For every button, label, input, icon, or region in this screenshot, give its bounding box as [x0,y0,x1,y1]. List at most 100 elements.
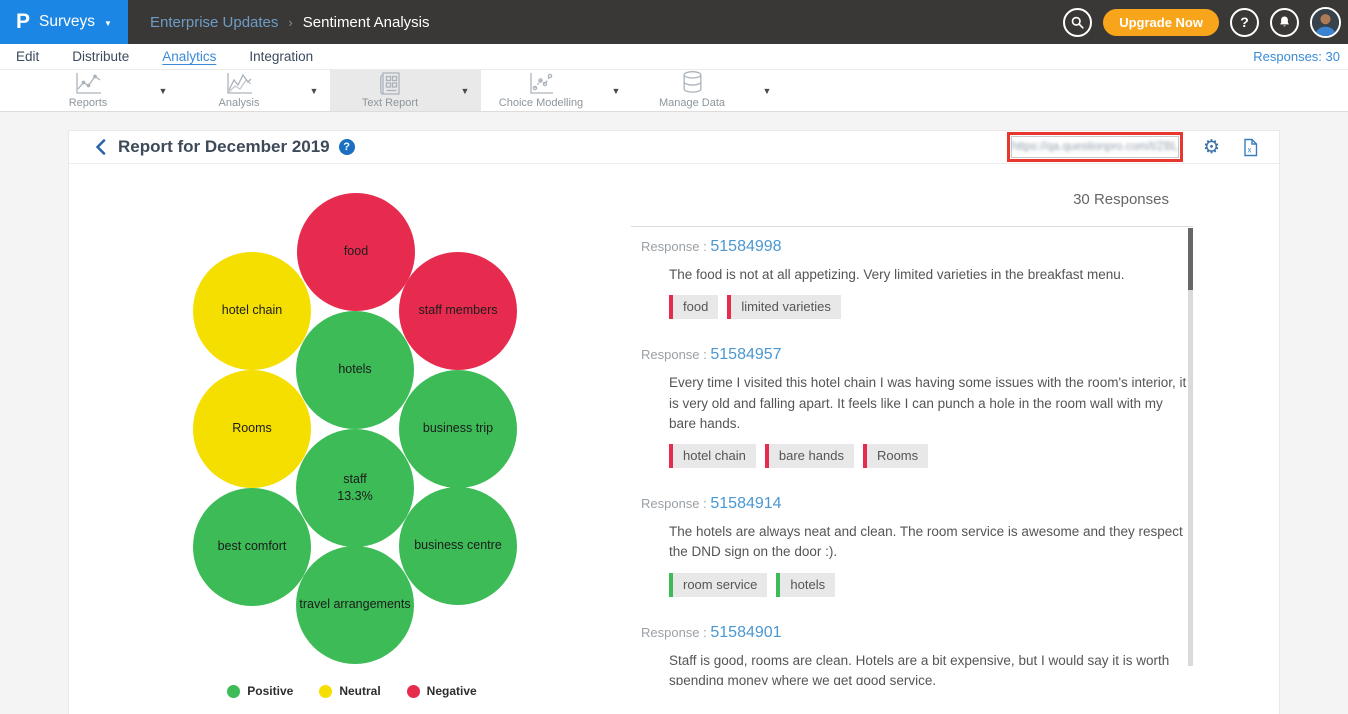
sentiment-tag-food: food [669,295,718,319]
breadcrumb-separator-icon: › [288,15,292,30]
toolbar-item-manage-data[interactable]: Manage Data [632,70,752,111]
bubble-travel-arrangements[interactable]: travel arrangements [296,546,414,664]
export-report-button[interactable]: x [1242,138,1259,157]
legend-dot-positive [227,685,240,698]
toolbar-caret-text-report[interactable]: ▼ [450,70,480,111]
response-id-link[interactable]: 51584914 [710,495,781,512]
bell-icon [1277,14,1292,30]
response-text: The food is not at all appetizing. Very … [669,265,1192,285]
upgrade-now-button[interactable]: Upgrade Now [1103,9,1219,36]
sentiment-tag-hotels: hotels [776,573,835,597]
menu-item-distribute[interactable]: Distribute [72,49,129,64]
bubble-percentage: 13.3% [337,488,372,506]
legend-item-negative: Negative [407,684,477,698]
report-url-text: https://qa.questionpro.com/t/ZBL [1012,141,1178,153]
breadcrumb-survey-name[interactable]: Enterprise Updates [150,14,278,31]
title-help-button[interactable]: ? [339,139,355,155]
red-highlight-annotation: https://qa.questionpro.com/t/ZBL [1007,132,1183,162]
toolbar-item-analysis[interactable]: Analysis [179,70,299,111]
toolbar-group-analysis: Analysis ▼ [179,70,330,111]
report-body: foodhotel chainstaff membershotelsRoomsb… [69,164,1279,714]
analytics-toolbar: Reports▼Analysis▼Text Report▼Choice Mode… [0,70,1348,112]
bubble-food[interactable]: food [297,193,415,311]
legend-item-positive: Positive [227,684,293,698]
toolbar-group-choice-modelling: Choice Modelling ▼ [481,70,632,111]
response-id-link[interactable]: 51584957 [710,346,781,363]
response-item: Response : 51584957Every time I visited … [641,346,1193,484]
responses-panel-header: 30 Responses [1073,191,1169,208]
response-id-link[interactable]: 51584998 [710,238,781,255]
toolbar-item-label: Manage Data [659,97,725,109]
toolbar-item-label: Reports [69,97,108,109]
toolbar-group-manage-data: Manage Data ▼ [632,70,783,111]
bubble-business-trip[interactable]: business trip [399,370,517,488]
response-tags: room service hotels [669,573,1193,597]
chart-legend: Positive Neutral Negative [172,684,532,698]
topbar-actions: Upgrade Now ? [1063,7,1348,38]
questionpro-logo: P [16,10,30,34]
bubble-business-centre[interactable]: business centre [399,487,517,605]
notifications-button[interactable] [1270,8,1299,37]
bubble-label: staff members [419,302,498,320]
back-button[interactable] [95,139,106,155]
search-button[interactable] [1063,8,1092,37]
report-url-field[interactable]: https://qa.questionpro.com/t/ZBL [1011,136,1179,158]
responses-list: Response : 51584998 The food is not at al… [631,226,1193,685]
bubble-label: hotel chain [222,302,282,320]
toolbar-item-label: Text Report [362,97,418,109]
bubble-label: best comfort [218,538,287,556]
toolbar-item-text-report[interactable]: Text Report [330,70,450,111]
responses-scrollbar-track[interactable] [1188,228,1193,666]
toolbar-item-choice-modelling[interactable]: Choice Modelling [481,70,601,111]
toolbar-item-reports[interactable]: Reports [28,70,148,111]
menu-items: Edit Distribute Analytics Integration [16,49,313,64]
svg-text:x: x [1248,145,1252,154]
legend-item-neutral: Neutral [319,684,380,698]
response-item: Response : 51584901Staff is good, rooms … [641,624,1193,686]
sentiment-tag-limited-varieties: limited varieties [727,295,841,319]
toolbar-caret-analysis[interactable]: ▼ [299,70,329,111]
product-name: Surveys [39,13,95,31]
toolbar-caret-choice-modelling[interactable]: ▼ [601,70,631,111]
sentiment-tag-room-service: room service [669,573,767,597]
sentiment-tag-hotel-chain: hotel chain [669,444,756,468]
sentiment-tag-rooms: Rooms [863,444,928,468]
response-label: Response : 51584901 [641,624,1193,642]
menu-item-edit[interactable]: Edit [16,49,39,64]
toolbar-item-label: Choice Modelling [499,97,583,109]
response-label-text: Response : [641,347,710,362]
user-avatar[interactable] [1310,7,1341,38]
product-switcher[interactable]: P Surveys ▼ [0,0,128,44]
breadcrumb: Enterprise Updates › Sentiment Analysis [150,14,429,31]
bubble-best-comfort[interactable]: best comfort [193,488,311,606]
bubble-hotel-chain[interactable]: hotel chain [193,252,311,370]
bubble-staff[interactable]: staff13.3% [296,429,414,547]
response-item: Response : 51584998The food is not at al… [641,238,1193,335]
help-button[interactable]: ? [1230,8,1259,37]
responses-count: Responses: 30 [1253,49,1340,64]
menu-item-analytics[interactable]: Analytics [162,49,216,64]
toolbar-caret-manage-data[interactable]: ▼ [752,70,782,111]
responses-scrollbar-thumb[interactable] [1188,228,1193,290]
toolbar-caret-reports[interactable]: ▼ [148,70,178,111]
settings-gear-icon[interactable]: ⚙ [1203,138,1220,157]
legend-label: Neutral [339,684,380,698]
bubble-label: food [344,243,368,261]
toolbar-group-text-report: Text Report ▼ [330,70,481,111]
toolbar-group-reports: Reports ▼ [28,70,179,111]
bubble-label: business trip [423,420,493,438]
toolbar-item-label: Analysis [219,97,260,109]
page-background: Report for December 2019 ? https://qa.qu… [0,112,1348,714]
response-item: Response : 51584914The hotels are always… [641,495,1193,613]
bubble-staff-members[interactable]: staff members [399,252,517,370]
response-id-link[interactable]: 51584901 [710,624,781,641]
menu-item-integration[interactable]: Integration [249,49,313,64]
legend-label: Negative [427,684,477,698]
chevron-down-icon: ▼ [104,17,112,28]
bubble-hotels[interactable]: hotels [296,311,414,429]
bubble-rooms[interactable]: Rooms [193,370,311,488]
response-label-text: Response : [641,496,710,511]
question-mark-icon: ? [1240,14,1249,30]
response-label-text: Response : [641,625,710,640]
line-chart-icon [73,72,103,96]
